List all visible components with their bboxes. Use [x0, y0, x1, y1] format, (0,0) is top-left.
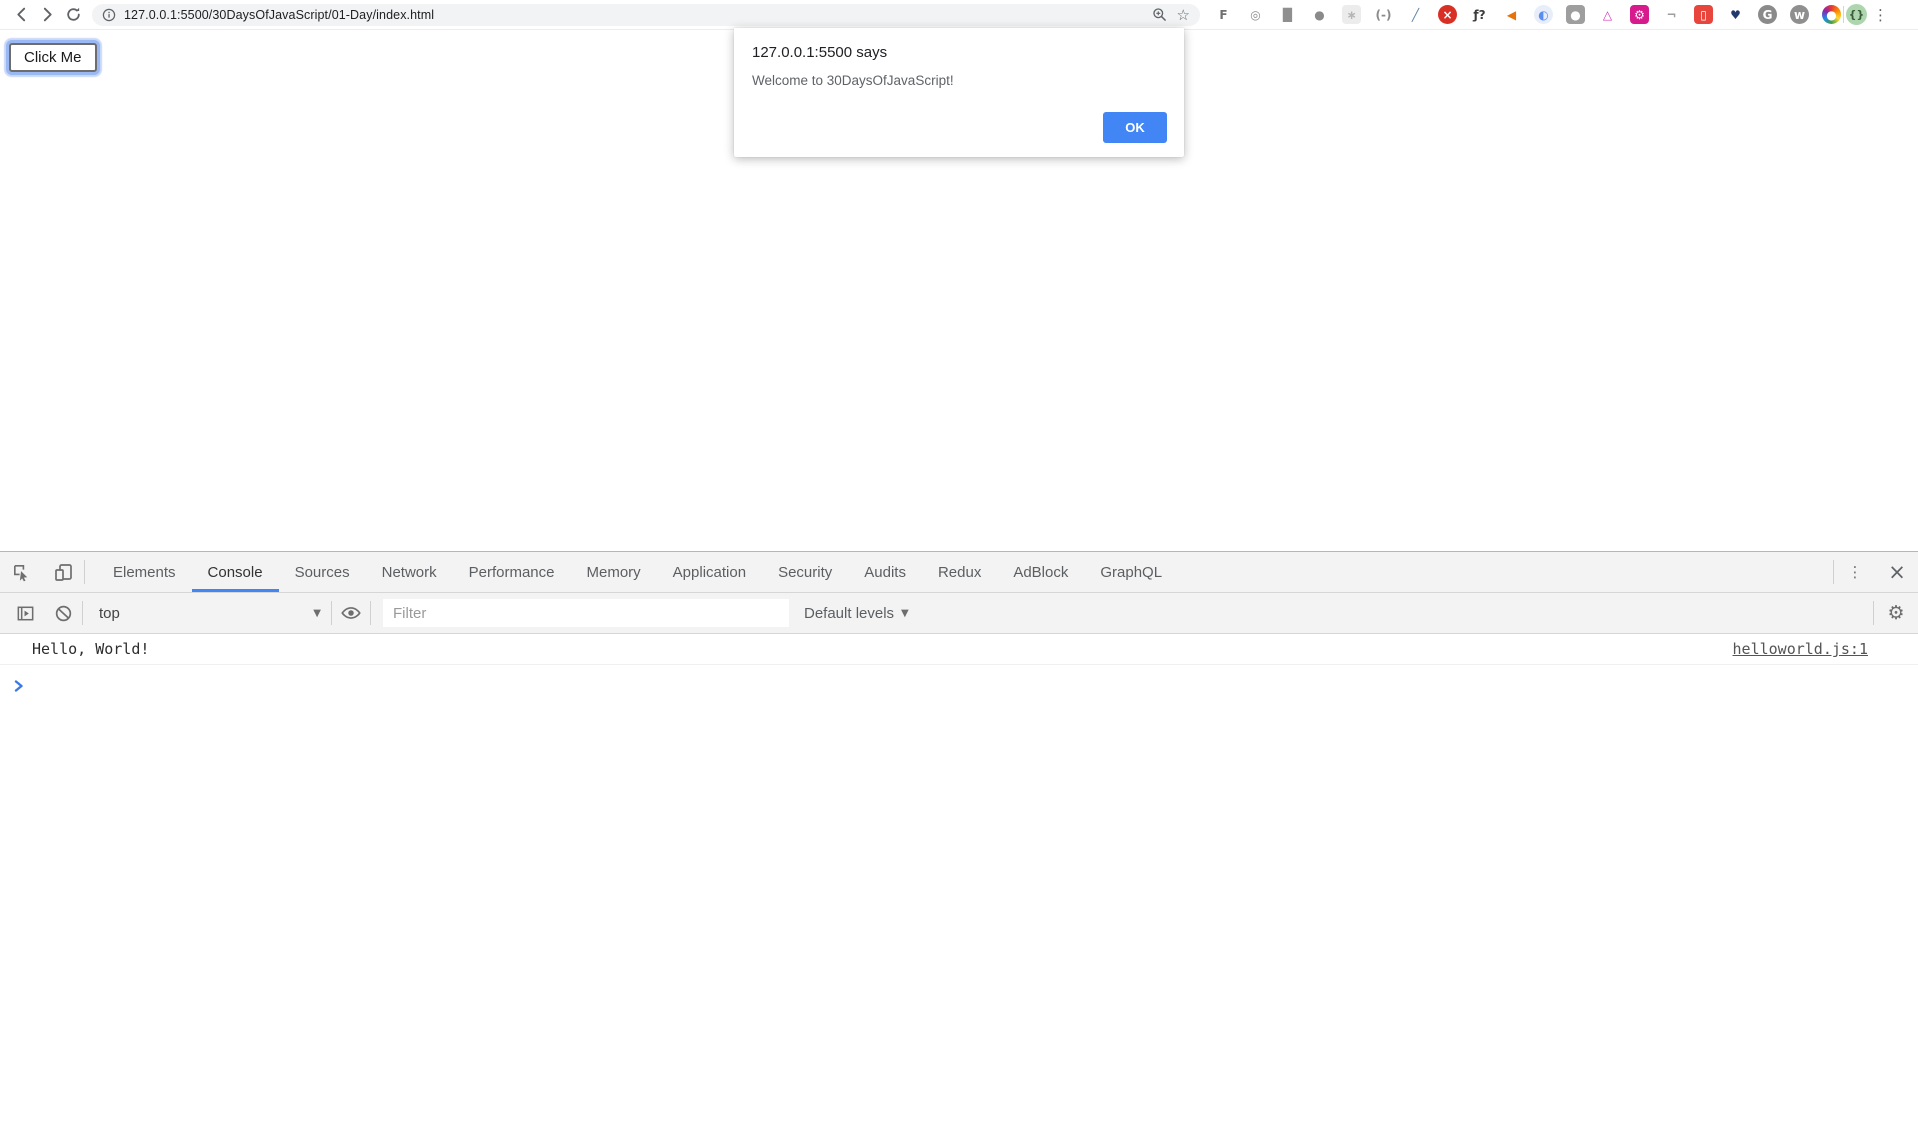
console-prompt[interactable] [0, 665, 1918, 697]
tab-network[interactable]: Network [366, 552, 453, 592]
camera-extension-icon[interactable]: ● [1566, 5, 1585, 24]
devtools-menu-icon[interactable]: ⋮ [1834, 552, 1876, 592]
devtools-close-icon[interactable]: × [1876, 552, 1918, 592]
tab-application[interactable]: Application [657, 552, 762, 592]
zoom-icon[interactable] [1152, 7, 1167, 22]
tab-performance[interactable]: Performance [453, 552, 571, 592]
pink-gear-extension-icon[interactable]: ⚙ [1630, 5, 1649, 24]
console-prompt-chevron-icon [13, 680, 25, 692]
heart-search-extension-icon[interactable]: ♥ [1726, 5, 1745, 24]
target-rings-extension-icon[interactable]: ◎ [1246, 5, 1265, 24]
alert-dialog: 127.0.0.1:5500 says Welcome to 30DaysOfJ… [734, 28, 1184, 157]
alert-dialog-title: 127.0.0.1:5500 says [752, 44, 1164, 61]
alert-dialog-message: Welcome to 30DaysOfJavaScript! [752, 73, 1164, 88]
inspect-element-icon[interactable] [0, 552, 42, 592]
swirl-extension-icon[interactable]: ◐ [1534, 5, 1553, 24]
atom-grid-extension-icon[interactable]: ∗ [1342, 5, 1361, 24]
context-selector[interactable]: top ▼ [83, 605, 331, 622]
tab-security[interactable]: Security [762, 552, 848, 592]
tab-console[interactable]: Console [192, 552, 279, 592]
color-picker-extension-icon[interactable]: ╱ [1406, 5, 1425, 24]
log-levels-arrow-icon: ▼ [901, 608, 909, 619]
toolbar-separator-3 [370, 601, 371, 625]
adblock-hand-extension-icon[interactable]: × [1438, 5, 1457, 24]
tabbar-separator [84, 560, 85, 584]
forward-button[interactable] [34, 2, 60, 28]
page-info-icon[interactable] [102, 8, 116, 22]
extensions-divider [1843, 6, 1844, 23]
back-button[interactable] [8, 2, 34, 28]
tab-redux[interactable]: Redux [922, 552, 997, 592]
alert-ok-button[interactable]: OK [1103, 112, 1167, 143]
log-levels-label: Default levels [804, 605, 894, 622]
devtools-tabbar: ElementsConsoleSourcesNetworkPerformance… [0, 552, 1918, 593]
tab-sources[interactable]: Sources [279, 552, 366, 592]
device-toolbar-icon[interactable] [42, 552, 84, 592]
red-bookmark-extension-icon[interactable]: ▯ [1694, 5, 1713, 24]
url-text[interactable]: 127.0.0.1:5500/30DaysOfJavaScript/01-Day… [124, 8, 1152, 22]
clear-console-icon[interactable] [44, 593, 82, 634]
function-help-extension-icon[interactable]: ƒ? [1470, 5, 1489, 24]
w-circle-extension-icon[interactable]: w [1790, 5, 1809, 24]
tab-memory[interactable]: Memory [571, 552, 657, 592]
paren-dash-extension-icon[interactable]: (-) [1374, 5, 1393, 24]
tab-graphql[interactable]: GraphQL [1084, 552, 1178, 592]
bookmark-star-icon[interactable]: ☆ [1177, 6, 1190, 24]
console-filter-input[interactable] [383, 599, 789, 627]
log-levels-dropdown[interactable]: Default levels ▼ [804, 605, 909, 622]
bug-extension-icon[interactable]: ● [1310, 5, 1329, 24]
chrome-menu-icon[interactable]: ⋮ [1867, 6, 1894, 24]
megaphone-extension-icon[interactable]: ◀ [1502, 5, 1521, 24]
tab-adblock[interactable]: AdBlock [997, 552, 1084, 592]
page-viewport: Click Me 127.0.0.1:5500 says Welcome to … [0, 30, 1918, 551]
console-message-text: Hello, World! [0, 640, 149, 658]
live-expression-eye-icon[interactable] [332, 593, 370, 634]
console-message-row: Hello, World! helloworld.js:1 [0, 634, 1918, 665]
extensions-row: F ◎ ▐▌ ● ∗ (-) ╱ × ƒ? ◀ ◐ ● △ ⚙ ¬ ▯ ♥ Gw ● [1214, 5, 1841, 24]
devtools-panel: ElementsConsoleSourcesNetworkPerformance… [0, 551, 1918, 1146]
columns-extension-icon[interactable]: ▐▌ [1278, 5, 1297, 24]
context-selector-value: top [99, 605, 120, 622]
console-sidebar-toggle-icon[interactable] [6, 593, 44, 634]
tab-elements[interactable]: Elements [97, 552, 192, 592]
console-toolbar: top ▼ Default levels ▼ ⚙ [0, 593, 1918, 634]
pink-ornament-extension-icon[interactable]: △ [1598, 5, 1617, 24]
g-circle-extension-icon[interactable]: G [1758, 5, 1777, 24]
reload-button[interactable] [60, 2, 86, 28]
console-message-source-link[interactable]: helloworld.js:1 [1733, 640, 1868, 658]
console-settings-gear-icon[interactable]: ⚙ [1874, 593, 1918, 634]
color-wheel-extension-icon[interactable]: ● [1822, 5, 1841, 24]
address-bar[interactable]: 127.0.0.1:5500/30DaysOfJavaScript/01-Day… [92, 4, 1200, 26]
corner-pipe-extension-icon[interactable]: ¬ [1662, 5, 1681, 24]
console-output: Hello, World! helloworld.js:1 [0, 634, 1918, 697]
browser-toolbar: 127.0.0.1:5500/30DaysOfJavaScript/01-Day… [0, 0, 1918, 30]
json-viewer-extension-icon[interactable]: {} [1846, 4, 1867, 25]
tab-audits[interactable]: Audits [848, 552, 922, 592]
fontface-extension-icon[interactable]: F [1214, 5, 1233, 24]
context-dropdown-arrow-icon: ▼ [313, 608, 321, 619]
devtools-tabs: ElementsConsoleSourcesNetworkPerformance… [97, 552, 1178, 592]
click-me-button[interactable]: Click Me [9, 43, 97, 72]
